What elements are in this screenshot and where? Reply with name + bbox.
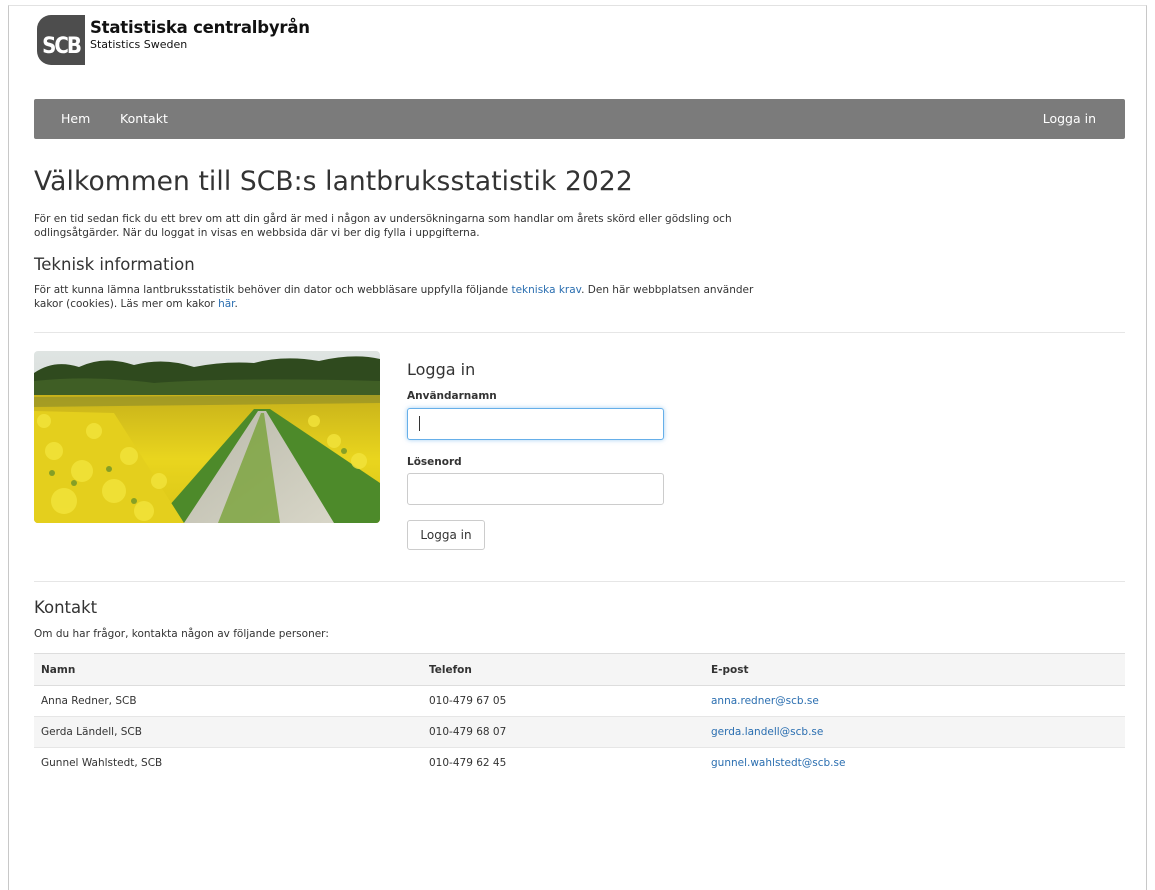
nav-item-kontakt[interactable]: Kontakt xyxy=(120,111,168,126)
contact-email-cell: anna.redner@scb.se xyxy=(704,685,1125,717)
contact-phone: 010-479 62 45 xyxy=(429,757,507,770)
tech-text-part-1: För att kunna lämna lantbruksstatistik b… xyxy=(34,284,512,296)
scb-logo-icon: SCB xyxy=(37,15,85,65)
table-header-row: Namn Telefon E-post xyxy=(34,653,1125,686)
main-navbar: Hem Kontakt Logga in xyxy=(34,99,1125,139)
contact-heading: Kontakt xyxy=(34,598,98,617)
contact-phone: 010-479 67 05 xyxy=(422,685,704,717)
contact-name: Gerda Ländell, SCB xyxy=(34,716,422,748)
login-heading: Logga in xyxy=(407,360,476,379)
contact-email-cell: gerda.landell@scb.se xyxy=(704,716,1125,748)
contact-email-link[interactable]: gerda.landell@scb.se xyxy=(711,726,823,738)
tech-text-part-3: . xyxy=(234,298,238,310)
text-cursor xyxy=(419,416,420,431)
cookies-link[interactable]: här xyxy=(218,298,234,310)
rapeseed-field-image xyxy=(34,351,380,523)
page-title: Välkommen till SCB:s lantbruksstatistik … xyxy=(34,166,633,197)
contact-name: Gunnel Wahlstedt, SCB xyxy=(41,757,163,770)
password-label: Lösenord xyxy=(407,456,462,468)
username-label: Användarnamn xyxy=(407,390,497,402)
table-row: Gunnel Wahlstedt, SCB 010-479 62 45 gunn… xyxy=(34,748,1125,779)
contact-email-cell: gunnel.wahlstedt@scb.se xyxy=(704,748,1125,779)
brand-name: Statistiska centralbyrån xyxy=(90,18,310,37)
nav-item-hem[interactable]: Hem xyxy=(61,111,90,126)
divider xyxy=(34,332,1125,333)
table-row: Anna Redner, SCB 010-479 67 05 anna.redn… xyxy=(34,685,1125,717)
nav-login-link[interactable]: Logga in xyxy=(1043,111,1096,126)
password-input[interactable] xyxy=(407,473,664,505)
tech-requirements-link[interactable]: tekniska krav xyxy=(511,284,581,296)
column-header-phone: Telefon xyxy=(422,653,704,686)
scb-logo[interactable]: SCB Statistiska centralbyrån Statistics … xyxy=(34,15,364,65)
brand-subtitle: Statistics Sweden xyxy=(90,38,188,51)
intro-text: För en tid sedan fick du ett brev om att… xyxy=(34,213,732,239)
divider xyxy=(34,581,1125,582)
contact-email-link[interactable]: gunnel.wahlstedt@scb.se xyxy=(711,757,845,769)
column-header-email: E-post xyxy=(704,653,1125,686)
contact-name: Anna Redner, SCB xyxy=(34,685,422,717)
contacts-table: Namn Telefon E-post Anna Redner, SCB 010… xyxy=(34,653,1125,779)
contact-email-link[interactable]: anna.redner@scb.se xyxy=(711,695,819,707)
contact-phone: 010-479 68 07 xyxy=(422,716,704,748)
tech-info-text: För att kunna lämna lantbruksstatistik b… xyxy=(34,283,774,311)
login-button[interactable]: Logga in xyxy=(407,520,485,550)
table-row: Gerda Ländell, SCB 010-479 68 07 gerda.l… xyxy=(34,716,1125,748)
logo-mark-text: SCB xyxy=(42,34,81,59)
column-header-name: Namn xyxy=(34,653,422,686)
username-input[interactable] xyxy=(407,408,664,440)
contact-intro: Om du har frågor, kontakta någon av följ… xyxy=(34,628,329,640)
tech-info-heading: Teknisk information xyxy=(34,255,195,274)
